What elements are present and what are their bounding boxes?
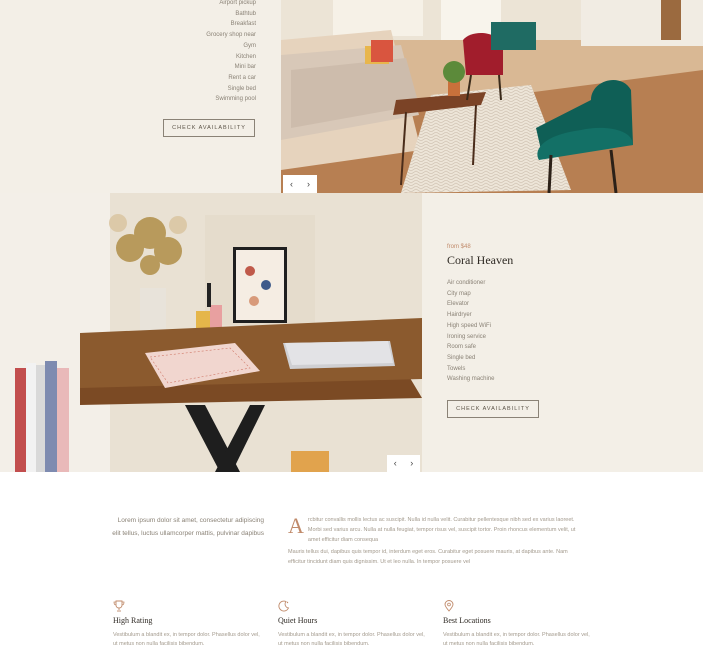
- feature-quiet-hours: Quiet Hours Vestibulum a blandit ex, in …: [278, 600, 428, 649]
- living-room-illustration: [281, 0, 703, 193]
- amenity-item: Air conditioner: [447, 280, 486, 286]
- amenity-item: Breakfast: [230, 21, 256, 28]
- amenity-item: City map: [447, 290, 471, 297]
- amenity-item: Swimming pool: [215, 96, 256, 103]
- slider-next-arrow-icon[interactable]: ›: [307, 179, 310, 189]
- room-price: from $48: [447, 244, 471, 250]
- check-availability-button-top[interactable]: CHECK AVAILABILITY: [163, 119, 255, 137]
- amenity-item: Ironing service: [447, 333, 487, 340]
- slider-prev-arrow-icon[interactable]: ‹: [290, 179, 293, 189]
- feature-text: Vestibulum a blandit ex, in tempor dolor…: [113, 632, 260, 647]
- amenity-item: Room safe: [447, 344, 477, 351]
- dropcap-letter: A: [288, 513, 304, 538]
- location-pin-icon: [444, 600, 454, 612]
- intro-lead-text: Lorem ipsum dolor sit amet, consectetur …: [112, 517, 264, 537]
- amenity-item: Airport pickup: [219, 0, 256, 6]
- amenity-list-coral-heaven: Air conditioner City map Elevator Hairdr…: [447, 278, 494, 385]
- amenity-item: Towels: [447, 365, 466, 372]
- amenity-list-top: Airport pickup Bathtub Breakfast Grocery…: [206, 0, 256, 105]
- feature-title: High Rating: [113, 616, 153, 625]
- amenity-item: High speed WiFi: [447, 322, 492, 329]
- slider-next-arrow-icon[interactable]: ›: [410, 459, 413, 468]
- intro-paragraph-2: Mauris tellus dui, dapibus quis tempor i…: [288, 548, 568, 565]
- amenity-item: Hairdryer: [447, 312, 472, 319]
- room-photo-living: [281, 0, 703, 193]
- amenity-item: Elevator: [447, 301, 470, 308]
- amenity-item: Single bed: [447, 354, 476, 361]
- amenity-item: Kitchen: [235, 53, 256, 60]
- amenity-item: Washing machine: [447, 376, 495, 383]
- feature-title: Quiet Hours: [278, 616, 318, 625]
- amenity-item: Mini bar: [234, 64, 256, 71]
- amenity-item: Grocery shop near: [206, 32, 256, 39]
- moon-clock-icon: [278, 600, 290, 612]
- amenity-item: Bathtub: [235, 10, 256, 17]
- feature-title: Best Locations: [443, 616, 491, 625]
- slider-prev-arrow-icon[interactable]: ‹: [394, 459, 397, 468]
- trophy-icon: [113, 600, 125, 612]
- feature-text: Vestibulum a blandit ex, in tempor dolor…: [278, 632, 425, 647]
- room-photo-desk: [0, 193, 422, 472]
- amenity-item: Single bed: [227, 85, 256, 92]
- check-availability-button-coral-heaven[interactable]: CHECK AVAILABILITY: [447, 400, 539, 418]
- feature-high-rating: High Rating Vestibulum a blandit ex, in …: [113, 600, 263, 649]
- desk-illustration: [0, 193, 422, 472]
- room-title: Coral Heaven: [447, 253, 514, 267]
- feature-best-locations: Best Locations Vestibulum a blandit ex, …: [443, 600, 593, 649]
- intro-paragraph-1: rcbitur convallis mollis lectus ac susci…: [307, 517, 576, 544]
- amenity-item: Gym: [243, 42, 256, 49]
- slider-nav-top: ‹ ›: [283, 175, 317, 193]
- feature-text: Vestibulum a blandit ex, in tempor dolor…: [443, 632, 590, 647]
- slider-nav-mid: ‹ ›: [387, 455, 420, 472]
- intro-body: A rcbitur convallis mollis lectus ac sus…: [288, 515, 584, 567]
- amenity-item: Rent a car: [228, 74, 256, 81]
